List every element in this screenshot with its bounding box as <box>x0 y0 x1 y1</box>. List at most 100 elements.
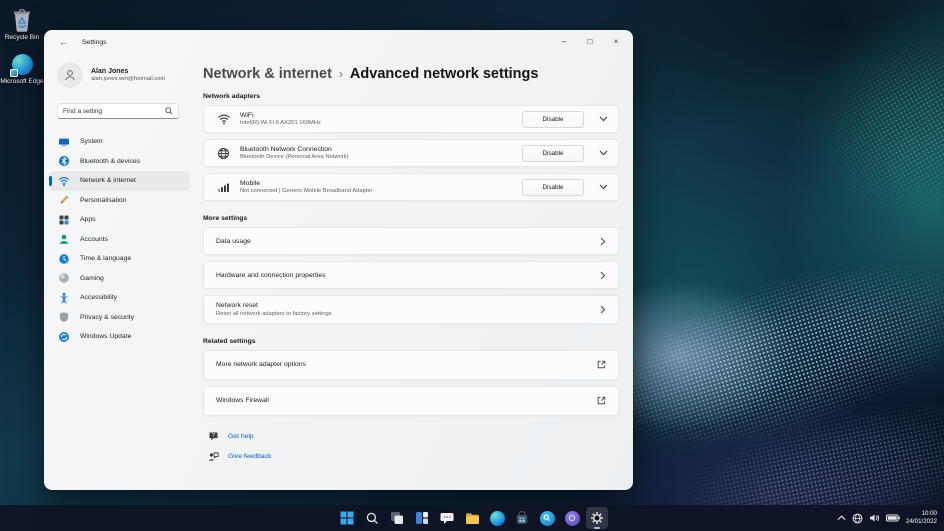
sidebar-item-personalisation[interactable]: Personalisation <box>49 191 190 211</box>
desktop-icon-microsoft-edge[interactable]: Microsoft Edge <box>0 52 44 86</box>
sidebar-item-bluetooth-devices[interactable]: Bluetooth & devices <box>49 152 190 172</box>
pinned-app-blue-button[interactable] <box>536 507 558 529</box>
task-view-button[interactable] <box>386 507 408 529</box>
desktop-icon-recycle-bin[interactable]: Recycle Bin <box>0 8 44 42</box>
apps-grid-icon <box>58 214 70 226</box>
search-icon <box>366 512 378 524</box>
wallpaper-sparkle-band <box>586 227 944 483</box>
chat-icon <box>440 512 454 524</box>
clock-globe-icon <box>58 253 70 265</box>
window-title: Settings <box>82 38 107 46</box>
minimize-button[interactable]: – <box>551 30 577 52</box>
wifi-icon <box>216 113 231 125</box>
svg-text:?: ? <box>212 432 215 438</box>
chevron-down-icon[interactable] <box>599 116 608 122</box>
page-title: Advanced network settings <box>349 66 539 82</box>
sidebar-item-gaming[interactable]: Gaming <box>49 269 190 289</box>
system-icon <box>58 136 70 148</box>
taskbar-search-button[interactable] <box>361 507 383 529</box>
settings-window: ← Settings – □ × Alan Jones alan.jones.w… <box>44 30 633 490</box>
give-feedback-link[interactable]: Give feedback <box>208 451 619 462</box>
row-windows-firewall[interactable]: Windows Firewall <box>203 385 619 416</box>
search-input[interactable] <box>63 107 165 115</box>
battery-icon[interactable] <box>886 514 900 522</box>
settings-taskbar-button[interactable] <box>586 507 608 529</box>
adapter-row-wifi[interactable]: WiFi Intel(R) Wi-Fi 6 AX201 160MHz Disab… <box>203 105 619 133</box>
purple-circle-app-icon <box>564 510 580 526</box>
tray-date: 24/01/2022 <box>906 518 937 525</box>
file-explorer-button[interactable] <box>461 507 483 529</box>
pencil-icon <box>58 194 70 206</box>
sidebar: Alan Jones alan.jones.wm@hotmail.com Sys… <box>44 54 196 490</box>
row-network-reset[interactable]: Network reset Reset all network adapters… <box>203 295 619 324</box>
desktop-icon-label: Microsoft Edge <box>0 78 44 85</box>
signal-bars-icon <box>216 181 231 193</box>
chevron-down-icon[interactable] <box>599 150 608 156</box>
search-icon <box>165 102 173 120</box>
volume-icon[interactable] <box>869 513 880 523</box>
row-data-usage[interactable]: Data usage <box>203 227 619 255</box>
folder-icon <box>465 512 479 524</box>
sidebar-item-privacy-security[interactable]: Privacy & security <box>49 308 190 328</box>
footer-links: ? Get help Give feedback <box>208 431 619 462</box>
sidebar-item-time-language[interactable]: Time & language <box>49 249 190 269</box>
avatar <box>57 62 83 88</box>
section-more-settings: More settings <box>203 215 248 222</box>
network-globe-icon[interactable] <box>852 513 863 524</box>
microsoft-store-button[interactable] <box>511 507 533 529</box>
sidebar-item-accounts[interactable]: Accounts <box>49 230 190 250</box>
widgets-button[interactable] <box>411 507 433 529</box>
row-more-network-adapter-options[interactable]: More network adapter options <box>203 349 619 380</box>
shield-icon <box>58 311 70 323</box>
xbox-sphere-icon <box>58 272 70 284</box>
chat-button[interactable] <box>436 507 458 529</box>
help-icon: ? <box>208 431 219 442</box>
external-link-icon <box>597 396 606 405</box>
account-summary[interactable]: Alan Jones alan.jones.wm@hotmail.com <box>57 62 196 88</box>
store-bag-icon <box>516 511 528 524</box>
chevron-right-icon <box>600 237 606 246</box>
edge-button[interactable] <box>486 507 508 529</box>
settings-search[interactable] <box>57 103 179 119</box>
external-link-icon <box>597 360 606 369</box>
desktop-icon-label: Recycle Bin <box>4 34 40 41</box>
pinned-app-purple-button[interactable] <box>561 507 583 529</box>
titlebar: ← Settings – □ × <box>44 30 633 54</box>
edge-icon <box>9 52 34 77</box>
maximize-button[interactable]: □ <box>577 30 603 52</box>
chevron-right-icon <box>600 271 606 280</box>
breadcrumb-separator: › <box>338 67 343 81</box>
sidebar-item-apps[interactable]: Apps <box>49 210 190 230</box>
chevron-down-icon[interactable] <box>599 184 608 190</box>
sidebar-item-windows-update[interactable]: Windows Update <box>49 327 190 347</box>
row-hardware-connection-properties[interactable]: Hardware and connection properties <box>203 261 619 289</box>
tray-chevron-up-icon[interactable] <box>837 515 846 521</box>
user-email: alan.jones.wm@hotmail.com <box>91 76 166 83</box>
sidebar-item-accessibility[interactable]: Accessibility <box>49 288 190 308</box>
recycle-bin-icon <box>10 8 34 32</box>
close-button[interactable]: × <box>603 30 629 52</box>
sidebar-nav: System Bluetooth & devices Network & int… <box>44 132 196 347</box>
disable-button[interactable]: Disable <box>522 110 584 128</box>
widgets-icon <box>416 512 428 524</box>
wallpaper-sparkle-band <box>790 1 944 249</box>
chevron-right-icon <box>600 305 606 314</box>
globe-icon <box>216 147 231 160</box>
accessibility-person-icon <box>58 292 70 304</box>
start-button[interactable] <box>336 507 358 529</box>
clock[interactable]: 10:00 24/01/2022 <box>906 510 937 526</box>
disable-button[interactable]: Disable <box>522 144 584 162</box>
back-arrow-icon[interactable]: ← <box>59 37 68 47</box>
get-help-link[interactable]: ? Get help <box>208 431 619 442</box>
sidebar-item-system[interactable]: System <box>49 132 190 152</box>
disable-button[interactable]: Disable <box>522 178 584 196</box>
main-pane: Network & internet › Advanced network se… <box>196 54 633 490</box>
breadcrumb-parent[interactable]: Network & internet <box>203 66 332 82</box>
taskbar: 10:00 24/01/2022 <box>0 505 944 531</box>
sidebar-item-network-internet[interactable]: Network & internet <box>49 171 190 191</box>
section-network-adapters: Network adapters <box>203 93 261 100</box>
adapter-row-mobile[interactable]: Mobile Not connected | Generic Mobile Br… <box>203 173 619 201</box>
update-arrows-icon <box>58 331 70 343</box>
adapter-row-bluetooth[interactable]: Bluetooth Network Connection Bluetooth D… <box>203 139 619 167</box>
blue-circle-app-icon <box>539 510 555 526</box>
